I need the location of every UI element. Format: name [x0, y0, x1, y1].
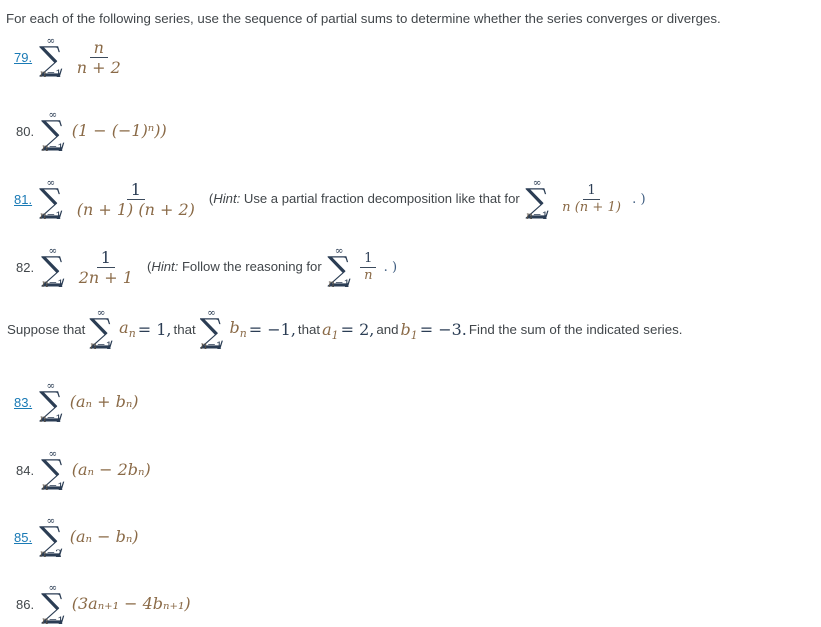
series-expression-80: ∞ ∑ n=1 (1 − (−1)ⁿ))	[39, 110, 167, 153]
suppose-a1-value: = 2,	[340, 319, 375, 339]
exercise-row-81: 81. ∞ ∑ n=1 1 (n + 1) (n + 2) (Hint: Use…	[14, 178, 646, 221]
suppose-b1-symbol: b1	[400, 319, 418, 343]
hint-81: (Hint: Use a partial fraction decomposit…	[209, 178, 646, 221]
series-expression-79: ∞ ∑ n=1 n n + 2	[37, 36, 128, 79]
sum-lower-limit: n=1	[41, 614, 64, 627]
suppose-a1-symbol: a1	[322, 319, 339, 343]
suppose-paragraph: Suppose that ∞ ∑ n=1 an = 1, that ∞ ∑ n=…	[6, 308, 683, 351]
summation-symbol: ∞ ∑ n=1	[39, 36, 63, 79]
hint-series-expression: ∞ ∑ n=1 1 n . )	[325, 246, 397, 289]
hint-text: Use a partial fraction decomposition lik…	[243, 190, 520, 206]
fraction-numerator: 1	[126, 180, 145, 201]
sum-lower-limit: n=1	[41, 277, 64, 290]
exercise-row-79: 79. ∞ ∑ n=1 n n + 2	[14, 36, 128, 79]
hint-series-expression: ∞ ∑ n=1 1 n (n + 1) . )	[523, 178, 645, 221]
exercise-row-83: 83. ∞ ∑ n=1 (aₙ + bₙ)	[14, 381, 139, 424]
sum-lower-limit: n=1	[39, 67, 62, 80]
summation-symbol: ∞ ∑ n=2	[39, 516, 63, 559]
series-body: (aₙ − 2bₙ)	[71, 460, 151, 480]
summation-symbol: ∞ ∑ n=1	[41, 246, 65, 289]
term-a-n: an	[119, 318, 136, 341]
fraction-numerator: 1	[96, 248, 115, 269]
suppose-eq2: = −1,	[248, 319, 296, 339]
series-expression-81: ∞ ∑ n=1 1 (n + 1) (n + 2)	[37, 178, 202, 221]
series-body: (aₙ + bₙ)	[69, 392, 139, 412]
suppose-lead: Suppose that	[7, 321, 86, 337]
exercise-number-86: 86.	[16, 597, 35, 613]
sum-lower-limit: n=1	[90, 339, 113, 352]
sum-lower-limit: n=1	[327, 277, 351, 290]
summation-symbol: ∞ ∑ n=1	[39, 381, 63, 424]
fraction-numerator: 1	[360, 251, 377, 269]
fraction-denominator: n	[364, 268, 373, 284]
suppose-tail: Find the sum of the indicated series.	[468, 321, 683, 337]
fraction: n n + 2	[73, 38, 125, 78]
series-expression-85: ∞ ∑ n=2 (aₙ − bₙ)	[37, 516, 138, 559]
sum-lower-limit: n=1	[41, 141, 64, 154]
suppose-eq1: = 1,	[137, 319, 172, 339]
summation-symbol: ∞ ∑ n=1	[327, 246, 351, 289]
fraction-denominator: n + 2	[76, 58, 121, 78]
summation-symbol: ∞ ∑ n=1	[525, 178, 549, 221]
suppose-that3: that	[297, 321, 321, 337]
hint-close-paren: . )	[632, 192, 646, 208]
exercise-row-80: 80. ∞ ∑ n=1 (1 − (−1)ⁿ))	[16, 110, 167, 153]
fraction-denominator: (n + 1) (n + 2)	[76, 200, 195, 220]
suppose-series-a: ∞ ∑ n=1 an	[87, 308, 135, 351]
exercise-row-82: 82. ∞ ∑ n=1 1 2n + 1 (Hint: Follow the r…	[16, 246, 397, 289]
sum-lower-limit: n=1	[200, 339, 223, 352]
exercise-number-85[interactable]: 85.	[14, 530, 32, 545]
suppose-that2: that	[173, 321, 196, 337]
sum-lower-limit: n=2	[39, 547, 62, 560]
fraction: 1 2n + 1	[75, 248, 137, 288]
summation-symbol: ∞ ∑ n=1	[41, 449, 65, 492]
exercise-row-84: 84. ∞ ∑ n=1 (aₙ − 2bₙ)	[16, 449, 151, 492]
summation-symbol: ∞ ∑ n=1	[89, 308, 113, 351]
hint-text: Follow the reasoning for	[181, 258, 322, 274]
hint-82: (Hint: Follow the reasoning for ∞ ∑ n=1 …	[147, 246, 397, 289]
hint-label: Hint:	[213, 190, 241, 206]
fraction: 1 (n + 1) (n + 2)	[73, 180, 199, 220]
exercise-number-81[interactable]: 81.	[14, 192, 32, 207]
suppose-series-b: ∞ ∑ n=1 bn	[198, 308, 247, 351]
hint-label: Hint:	[151, 258, 179, 274]
exercise-number-83[interactable]: 83.	[14, 395, 32, 410]
fraction: 1 n (n + 1)	[558, 183, 625, 216]
page-instruction: For each of the following series, use th…	[6, 11, 721, 26]
exercise-number-80: 80.	[16, 124, 35, 140]
sum-lower-limit: n=1	[39, 209, 62, 222]
term-b-n: bn	[229, 318, 247, 341]
fraction-denominator: 2n + 1	[78, 268, 133, 288]
fraction: 1 n	[360, 251, 377, 284]
series-expression-82: ∞ ∑ n=1 1 2n + 1	[39, 246, 140, 289]
fraction-numerator: n	[89, 38, 108, 59]
exercise-number-79[interactable]: 79.	[14, 50, 32, 65]
series-body: (1 − (−1)ⁿ))	[71, 121, 167, 141]
fraction-denominator: n (n + 1)	[562, 200, 621, 216]
hint-close-paren: . )	[383, 260, 398, 276]
fraction-numerator: 1	[583, 183, 600, 201]
sum-lower-limit: n=1	[39, 412, 62, 425]
exercise-row-85: 85. ∞ ∑ n=2 (aₙ − bₙ)	[14, 516, 139, 559]
exercise-number-84: 84.	[16, 463, 35, 479]
summation-symbol: ∞ ∑ n=1	[41, 110, 65, 153]
sum-lower-limit: n=1	[41, 480, 64, 493]
series-expression-83: ∞ ∑ n=1 (aₙ + bₙ)	[37, 381, 138, 424]
series-expression-84: ∞ ∑ n=1 (aₙ − 2bₙ)	[39, 449, 151, 492]
suppose-and: and	[376, 321, 399, 337]
summation-symbol: ∞ ∑ n=1	[200, 308, 224, 351]
suppose-b1-value: = −3.	[419, 319, 467, 339]
summation-symbol: ∞ ∑ n=1	[39, 178, 63, 221]
series-body: (aₙ − bₙ)	[69, 527, 139, 547]
series-body: (3aₙ₊₁ − 4bₙ₊₁)	[71, 594, 191, 614]
sum-lower-limit: n=1	[526, 209, 549, 222]
exercise-number-82: 82.	[16, 260, 35, 276]
